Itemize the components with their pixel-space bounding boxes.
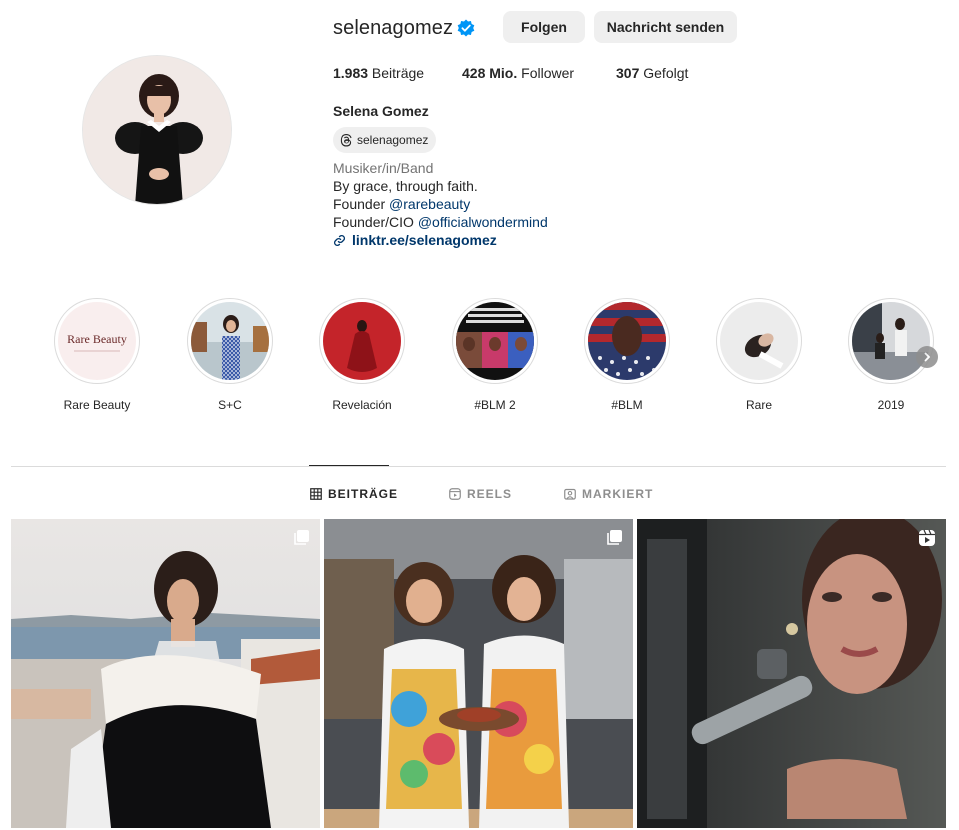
- highlight-label: Rare Beauty: [63, 398, 131, 412]
- bio-line: Founder @rarebeauty: [333, 196, 471, 212]
- post-thumbnail[interactable]: [324, 519, 633, 828]
- verified-badge-icon: [457, 19, 475, 37]
- tab-reels[interactable]: REELS: [449, 487, 512, 501]
- send-message-button[interactable]: Nachricht senden: [594, 11, 737, 43]
- profile-avatar[interactable]: [82, 55, 232, 205]
- highlight-label: #BLM: [611, 398, 643, 412]
- threads-handle: selenagomez: [357, 133, 429, 147]
- rare-beauty-logo: Rare Beauty: [67, 332, 127, 346]
- profile-category: Musiker/in/Band: [333, 160, 434, 176]
- followers-count[interactable]: 428 Mio. Follower: [462, 65, 574, 81]
- tab-posts[interactable]: BEITRÄGE: [310, 487, 398, 501]
- highlight-label: 2019: [877, 398, 905, 412]
- post-thumbnail[interactable]: [637, 519, 946, 828]
- highlight-rare[interactable]: Rare: [716, 298, 802, 412]
- grid-icon: [310, 488, 322, 500]
- highlight-blm[interactable]: #BLM: [584, 298, 670, 412]
- mention-rarebeauty[interactable]: @rarebeauty: [389, 196, 470, 212]
- threads-icon: [340, 133, 352, 147]
- follow-button[interactable]: Folgen: [503, 11, 585, 43]
- mention-officialwondermind[interactable]: @officialwondermind: [418, 214, 548, 230]
- post-thumbnail[interactable]: [11, 519, 320, 828]
- bio-line: Founder/CIO @officialwondermind: [333, 214, 548, 230]
- following-count[interactable]: 307 Gefolgt: [616, 65, 688, 81]
- chevron-right-icon: [924, 352, 931, 362]
- carousel-icon: [607, 530, 622, 545]
- highlights-next-button[interactable]: [916, 346, 938, 368]
- highlight-label: Rare: [745, 398, 772, 412]
- highlight-label: Revelación: [332, 398, 392, 412]
- highlight-revelacion[interactable]: Revelación: [319, 298, 405, 412]
- reels-icon: [449, 488, 461, 500]
- profile-username: selenagomez: [333, 17, 454, 39]
- profile-bio: Musiker/in/Band By grace, through faith.…: [333, 159, 548, 249]
- highlight-s-c[interactable]: S+C: [187, 298, 273, 412]
- active-tab-indicator: [309, 465, 389, 466]
- bio-line: By grace, through faith.: [333, 178, 478, 194]
- bio-external-link[interactable]: linktr.ee/selenagomez: [333, 231, 548, 249]
- reel-icon: [919, 529, 935, 546]
- highlight-label: #BLM 2: [474, 398, 516, 412]
- threads-link[interactable]: selenagomez: [333, 127, 437, 153]
- carousel-icon: [294, 530, 309, 545]
- highlight-label: S+C: [218, 398, 242, 412]
- link-icon: [333, 234, 346, 246]
- posts-count: 1.983 Beiträge: [333, 65, 425, 81]
- highlight-rare-beauty[interactable]: Rare Beauty Rare Beauty: [54, 298, 140, 412]
- tagged-icon: [564, 488, 576, 500]
- tabs-divider: [11, 466, 946, 467]
- highlight-blm-2[interactable]: #BLM 2: [452, 298, 538, 412]
- tab-tagged[interactable]: MARKIERT: [564, 487, 653, 501]
- profile-full-name: Selena Gomez: [333, 103, 429, 119]
